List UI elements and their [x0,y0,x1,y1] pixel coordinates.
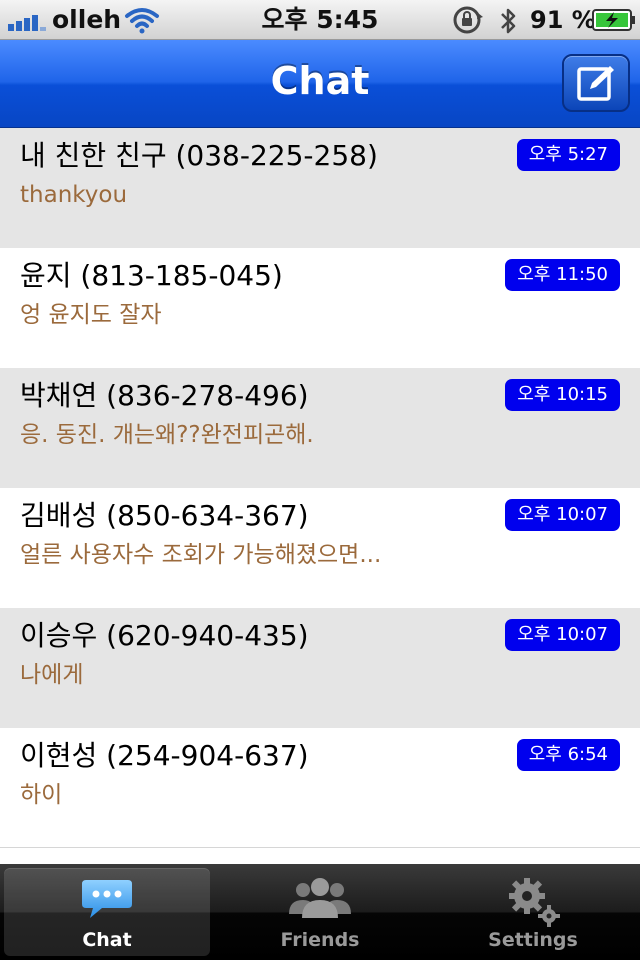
chat-message-preview: 응. 동진. 개는왜??완전피곤해. [20,422,314,448]
chat-message-preview: 하이 [20,782,63,808]
chat-time-badge: 오후 6:54 [516,739,620,771]
battery-percent: 91 % [530,6,596,34]
chat-row[interactable]: 내 친한 친구 (038-225-258) thankyou 오후 5:27 [0,128,640,248]
chat-message-preview: 나에게 [20,662,84,688]
tab-friends[interactable]: Friends [217,868,423,956]
compose-icon [577,66,614,101]
rotation-lock-icon [453,6,483,34]
app-screen: olleh 오후 5:45 91 % Chat 내 친한 친구 (038-225… [0,0,640,960]
chat-contact-name: 이승우 (620-940-435) [20,619,309,652]
navigation-bar: Chat [0,40,640,128]
chat-row[interactable]: 박채연 (836-278-496) 응. 동진. 개는왜??완전피곤해. 오후 … [0,368,640,488]
battery-charging-icon [592,9,635,31]
chat-message-preview: 엉 윤지도 잘자 [20,302,162,328]
chat-message-preview: thankyou [20,182,128,208]
chat-contact-name: 이현성 (254-904-637) [20,739,309,772]
tab-bar: Chat Friends Settings [0,864,640,960]
status-bar: olleh 오후 5:45 91 % [0,0,640,40]
tab-settings[interactable]: Settings [430,868,636,956]
chat-contact-name: 윤지 (813-185-045) [20,259,283,292]
chat-time-badge: 오후 10:07 [505,619,620,651]
tab-chat[interactable]: Chat [4,868,210,956]
chat-row[interactable]: 이승우 (620-940-435) 나에게 오후 10:07 [0,608,640,728]
bluetooth-icon [501,8,516,34]
chat-row[interactable]: 윤지 (813-185-045) 엉 윤지도 잘자 오후 11:50 [0,248,640,368]
chat-time-badge: 오후 5:27 [516,139,620,171]
list-divider [0,847,640,848]
tab-label: Settings [488,929,578,951]
tab-label: Friends [280,929,360,951]
chat-contact-name: 김배성 (850-634-367) [20,499,309,532]
chat-message-preview: 얼른 사용자수 조회가 가능해졌으면... [20,542,382,568]
chat-time-badge: 오후 11:50 [505,259,620,291]
chat-contact-name: 박채연 (836-278-496) [20,379,309,412]
compose-button[interactable] [562,54,630,112]
friends-icon [217,874,423,924]
chat-bubble-icon [4,874,210,924]
chat-contact-name: 내 친한 친구 (038-225-258) [20,139,378,172]
chat-row[interactable]: 김배성 (850-634-367) 얼른 사용자수 조회가 가능해졌으면... … [0,488,640,608]
page-title: Chat [270,59,370,103]
chat-row[interactable]: 이현성 (254-904-637) 하이 오후 6:54 [0,728,640,848]
chat-time-badge: 오후 10:07 [505,499,620,531]
gears-icon [430,874,636,927]
tab-label: Chat [82,929,132,951]
chat-time-badge: 오후 10:15 [505,379,620,411]
chat-list: 내 친한 친구 (038-225-258) thankyou 오후 5:27 윤… [0,128,640,864]
